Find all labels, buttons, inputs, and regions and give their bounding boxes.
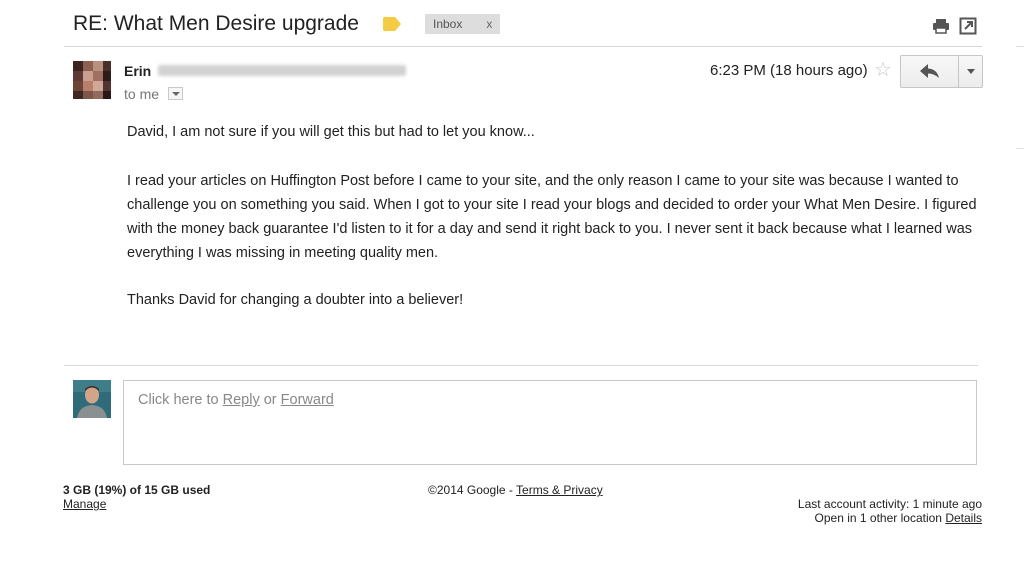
header-divider: [64, 46, 982, 47]
reply-button[interactable]: [901, 56, 958, 87]
label-tag-icon[interactable]: [383, 17, 401, 31]
reply-arrow-icon: [920, 64, 939, 78]
manage-storage-link[interactable]: Manage: [63, 497, 106, 511]
message-timestamp: 6:23 PM (18 hours ago): [710, 62, 868, 79]
message-paragraph: Thanks David for changing a doubter into…: [127, 292, 464, 308]
show-details-button[interactable]: [168, 87, 183, 100]
new-window-icon[interactable]: [959, 17, 977, 35]
message-paragraph: David, I am not sure if you will get thi…: [127, 124, 535, 140]
remove-label-button[interactable]: x: [486, 17, 492, 31]
last-account-activity: Last account activity: 1 minute ago: [797, 497, 982, 511]
star-icon[interactable]: ☆: [874, 60, 892, 80]
open-locations-text: Open in 1 other location: [814, 511, 942, 525]
inbox-label-chip[interactable]: Inbox x: [425, 14, 501, 34]
footer-copyright: ©2014 Google - Terms & Privacy: [428, 483, 603, 497]
storage-usage: 3 GB (19%) of 15 GB used: [63, 483, 211, 497]
terms-privacy-link[interactable]: Terms & Privacy: [516, 483, 603, 497]
more-options-button[interactable]: [958, 56, 983, 87]
activity-details-link[interactable]: Details: [945, 511, 982, 525]
edge-divider: [1016, 46, 1024, 47]
copyright-text: ©2014 Google -: [428, 483, 513, 497]
inbox-label-text: Inbox: [433, 17, 463, 31]
forward-link[interactable]: Forward: [281, 392, 334, 408]
sender-email-redacted: [158, 65, 406, 76]
recipient-label: to me: [124, 86, 160, 102]
edge-divider: [1016, 148, 1024, 149]
reply-prompt-text: Click here to: [138, 392, 219, 408]
reply-button-group: [900, 55, 983, 88]
sender-name[interactable]: Erin: [124, 63, 151, 79]
reply-link[interactable]: Reply: [223, 392, 260, 408]
print-icon[interactable]: [932, 17, 950, 35]
reply-box[interactable]: Click here to Reply or Forward: [123, 380, 977, 465]
reply-or-text: or: [263, 392, 277, 408]
message-divider: [64, 365, 978, 366]
reply-prompt: Click here to Reply or Forward: [138, 392, 334, 408]
user-avatar[interactable]: [73, 380, 111, 418]
sender-avatar[interactable]: [73, 61, 111, 99]
other-locations: Open in 1 other location Details: [815, 511, 982, 525]
email-subject: RE: What Men Desire upgrade: [73, 12, 359, 35]
message-paragraph: I read your articles on Huffington Post …: [127, 173, 977, 261]
